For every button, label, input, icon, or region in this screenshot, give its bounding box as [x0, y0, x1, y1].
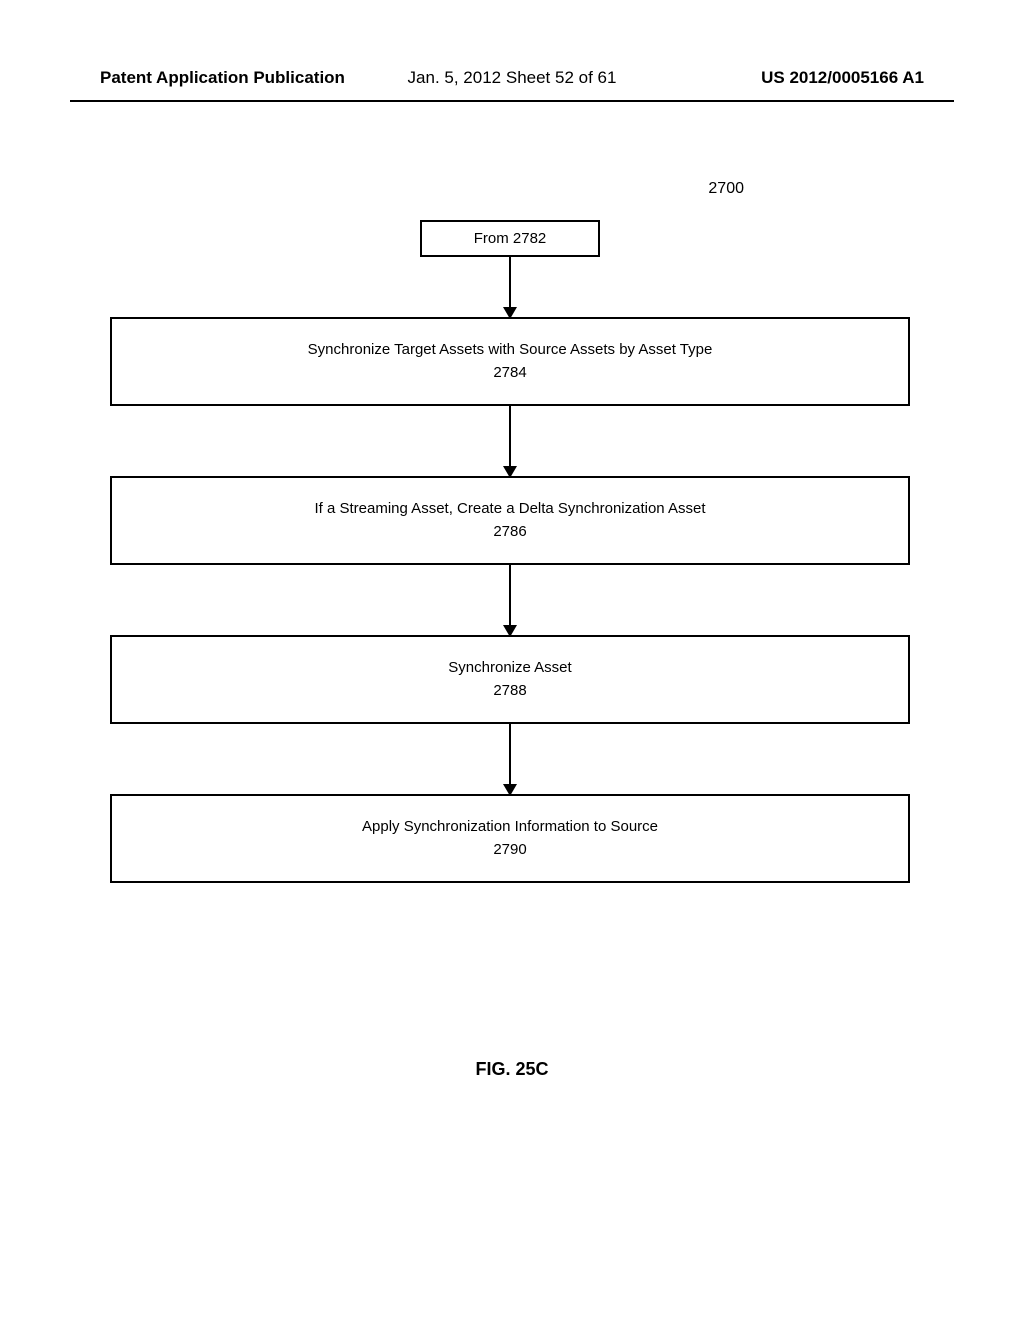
process-text: If a Streaming Asset, Create a Delta Syn…	[314, 500, 705, 517]
process-number: 2786	[493, 523, 526, 540]
arrow-head-icon	[503, 625, 517, 637]
header-publication-type: Patent Application Publication	[100, 68, 345, 88]
arrow-head-icon	[503, 784, 517, 796]
arrow-connector	[110, 406, 910, 476]
process-box-2788: Synchronize Asset 2788	[110, 635, 910, 724]
header-publication-number: US 2012/0005166 A1	[761, 68, 924, 88]
process-text: Apply Synchronization Information to Sou…	[362, 818, 658, 835]
flowchart-container: From 2782 Synchronize Target Assets with…	[110, 220, 910, 883]
process-box-2784: Synchronize Target Assets with Source As…	[110, 317, 910, 406]
header-divider	[70, 100, 954, 102]
arrow-connector	[110, 724, 910, 794]
arrow-connector	[110, 257, 910, 317]
arrow-connector	[110, 565, 910, 635]
arrow-head-icon	[503, 307, 517, 319]
process-text: Synchronize Asset	[448, 659, 571, 676]
page-header: Patent Application Publication Jan. 5, 2…	[0, 68, 1024, 88]
process-box-2790: Apply Synchronization Information to Sou…	[110, 794, 910, 883]
process-text: Synchronize Target Assets with Source As…	[308, 341, 713, 358]
figure-label: FIG. 25C	[0, 1059, 1024, 1080]
header-date-sheet: Jan. 5, 2012 Sheet 52 of 61	[408, 68, 617, 88]
start-label: From 2782	[474, 230, 547, 247]
reference-number: 2700	[708, 180, 744, 198]
arrow-head-icon	[503, 466, 517, 478]
process-number: 2790	[493, 841, 526, 858]
process-number: 2784	[493, 364, 526, 381]
process-number: 2788	[493, 682, 526, 699]
flowchart-start-box: From 2782	[420, 220, 600, 257]
process-box-2786: If a Streaming Asset, Create a Delta Syn…	[110, 476, 910, 565]
